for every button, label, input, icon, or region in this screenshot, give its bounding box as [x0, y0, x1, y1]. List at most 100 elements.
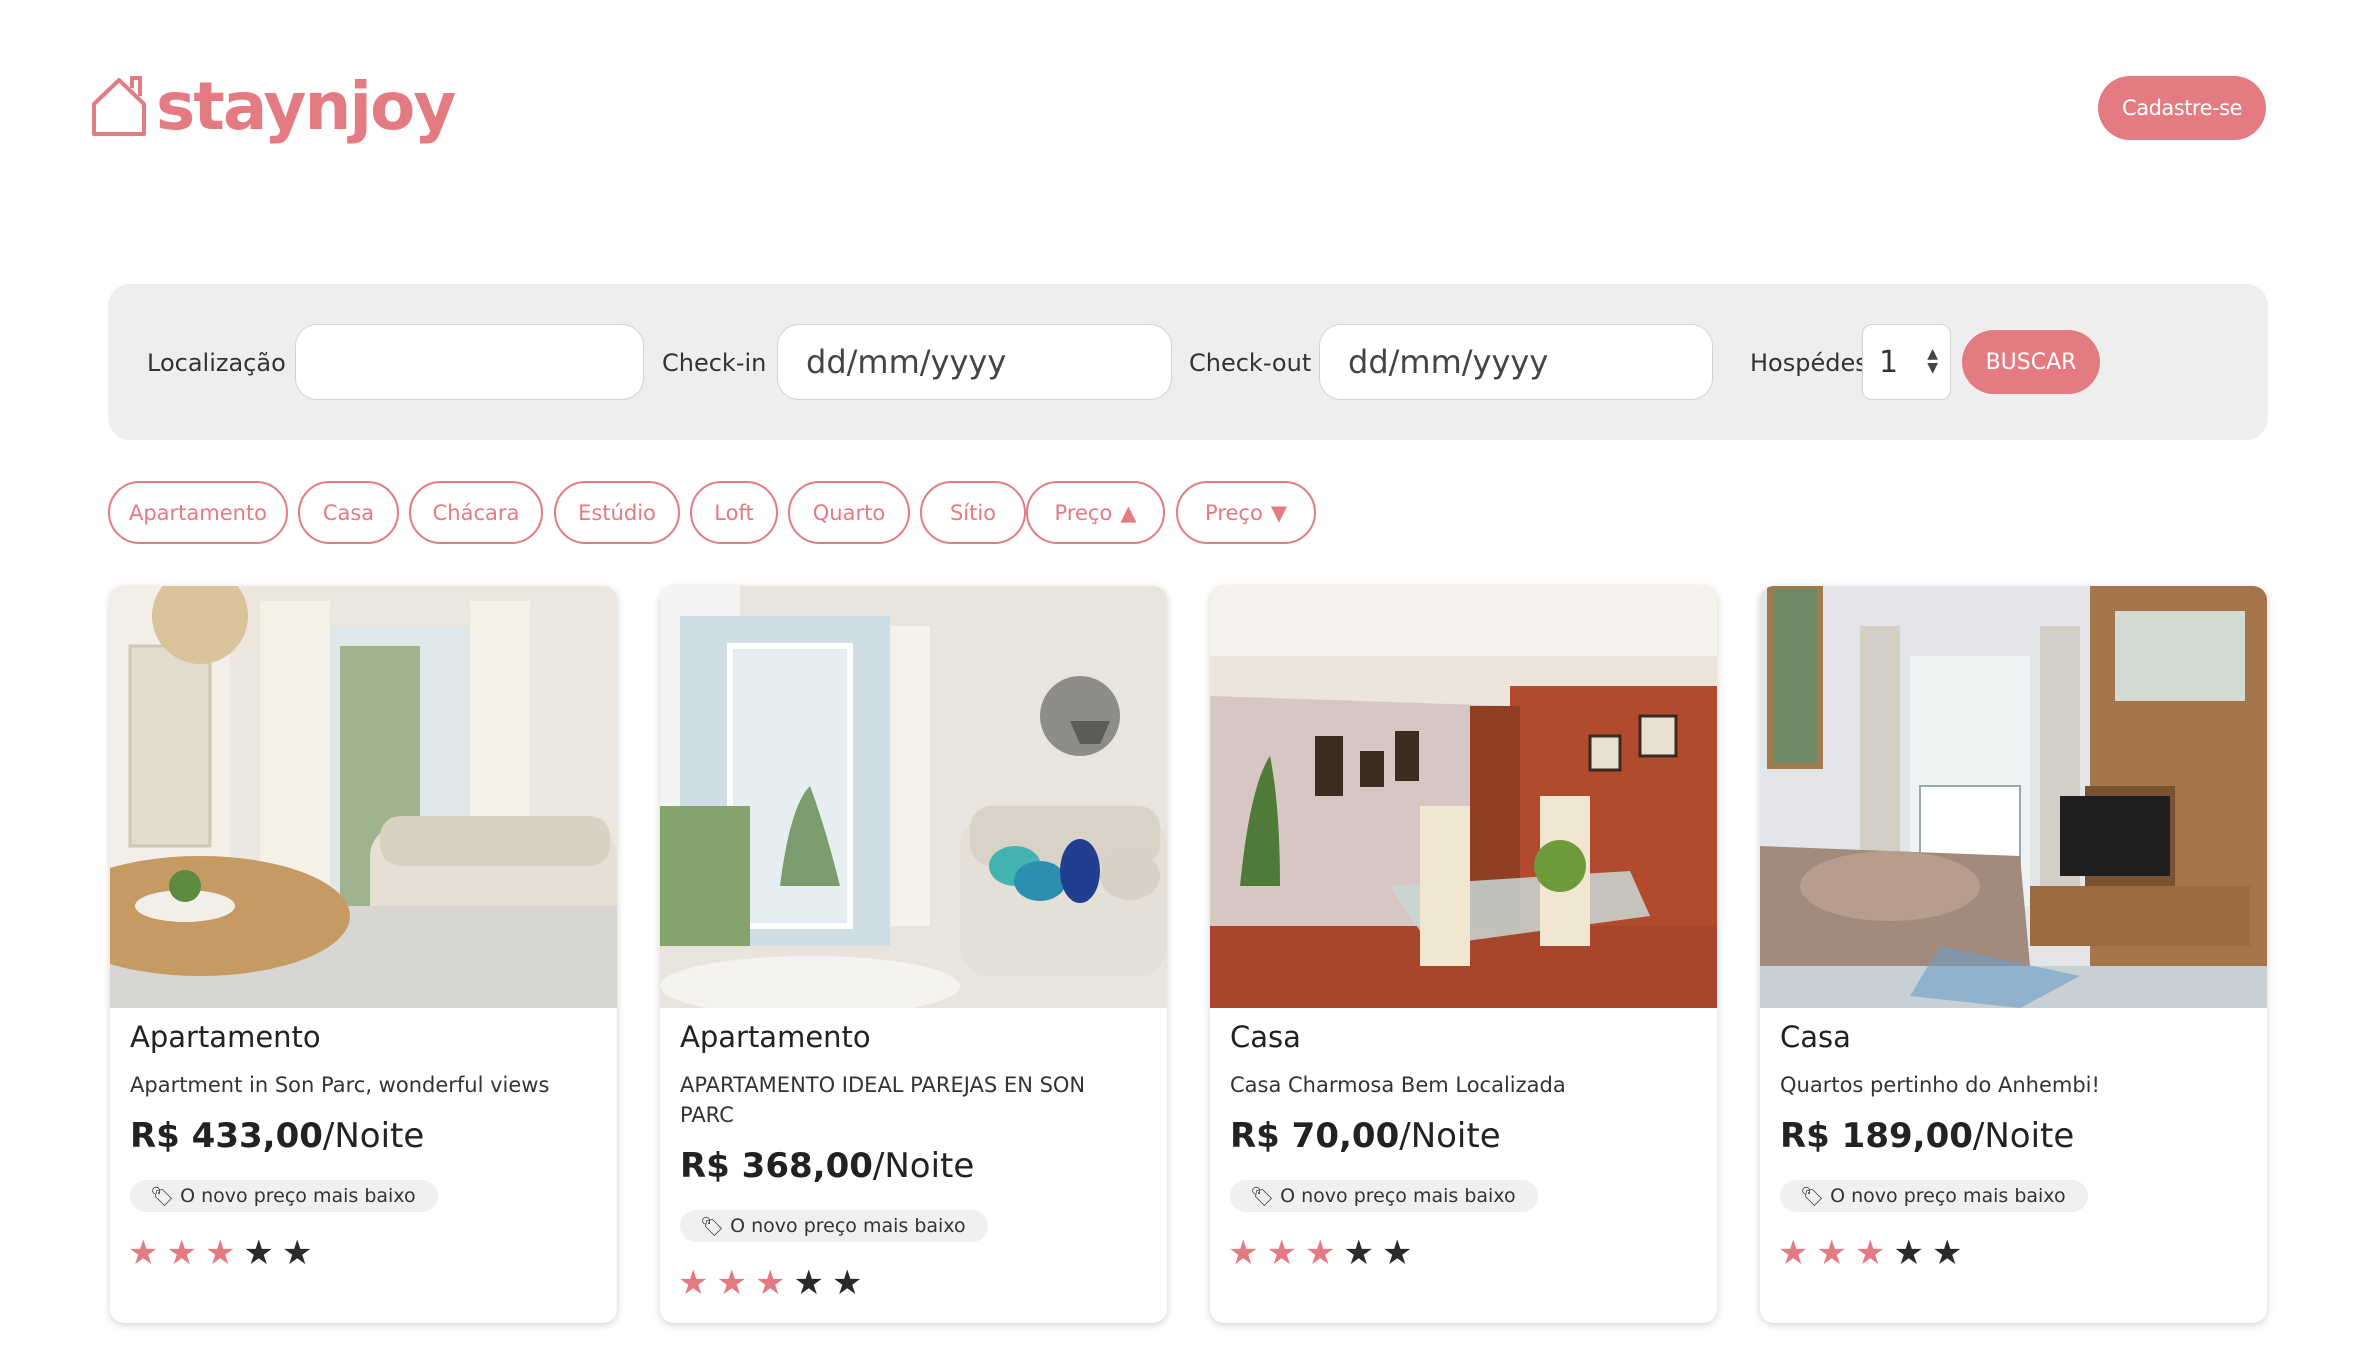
price-unit: /Noite [872, 1146, 975, 1186]
listing-photo[interactable] [1760, 586, 2267, 1008]
filter-loft[interactable]: Loft [690, 481, 778, 544]
logo-text: staynjoy [156, 68, 456, 145]
star-icon: ★ [1816, 1233, 1847, 1273]
filter-label: Quarto [812, 500, 886, 525]
living-room-photo [110, 586, 617, 1008]
filter-quarto[interactable]: Quarto [788, 481, 910, 544]
star-icon: ★ [204, 1233, 236, 1273]
tag-icon: 🏷 [1250, 1185, 1275, 1208]
listing-description: APARTAMENTO IDEAL PAREJAS EN SON PARC [680, 1073, 1086, 1127]
filter-label: Chácara [432, 500, 520, 525]
listing-photo[interactable] [1210, 586, 1717, 1008]
listing-photo[interactable] [110, 586, 617, 1008]
star-icon: ★ [1381, 1233, 1413, 1273]
filter-apartamento[interactable]: Apartamento [108, 481, 288, 544]
lowest-price-badge: 🏷 O novo preço mais baixo [1780, 1180, 2088, 1212]
badge-text: O novo preço mais baixo [180, 1185, 416, 1207]
star-icon: ★ [1893, 1233, 1924, 1273]
location-input[interactable] [295, 324, 644, 400]
star-icon: ★ [166, 1233, 197, 1273]
filter-casa[interactable]: Casa [298, 481, 399, 544]
spinner-arrows-icon[interactable]: ▲ ▼ [1927, 347, 1938, 375]
filter-price-descending[interactable]: Preço ▼ [1176, 481, 1316, 544]
listing-description: Quartos pertinho do Anhembi! [1780, 1073, 2100, 1097]
badge-text: O novo preço mais baixo [1280, 1185, 1516, 1207]
filter-label: Preço [1205, 500, 1263, 525]
rating-stars: ★ ★ ★ ★ ★ [678, 1266, 862, 1300]
search-button[interactable]: BUSCAR [1962, 330, 2100, 394]
listing-type: Apartamento [680, 1020, 871, 1054]
signup-button[interactable]: Cadastre-se [2098, 76, 2266, 140]
rating-stars: ★ ★ ★ ★ ★ [128, 1236, 312, 1270]
page: staynjoy Cadastre-se Localização Check-i… [0, 0, 2367, 1361]
living-room-photo [660, 586, 1167, 1008]
checkin-date-input[interactable]: dd/mm/yyyy [777, 324, 1172, 400]
listing-description: Casa Charmosa Bem Localizada [1230, 1073, 1566, 1097]
filter-estudio[interactable]: Estúdio [554, 481, 680, 544]
lowest-price-badge: 🏷 O novo preço mais baixo [130, 1180, 438, 1212]
tag-icon: 🏷 [700, 1215, 725, 1238]
star-icon: ★ [793, 1263, 824, 1303]
filter-price-ascending[interactable]: Preço ▲ [1026, 481, 1165, 544]
tag-icon: 🏷 [150, 1185, 175, 1208]
price-unit: /Noite [1972, 1116, 2075, 1156]
listing-price: R$ 189,00/Noite [1780, 1116, 2074, 1156]
guests-number-input[interactable]: 1 ▲ ▼ [1862, 324, 1951, 400]
star-icon: ★ [1343, 1233, 1374, 1273]
filter-sitio[interactable]: Sítio [920, 481, 1026, 544]
checkout-date-input[interactable]: dd/mm/yyyy [1319, 324, 1713, 400]
listing-type: Casa [1780, 1020, 1851, 1054]
listing-card[interactable]: Casa Quartos pertinho do Anhembi! R$ 189… [1760, 586, 2267, 1323]
star-icon: ★ [831, 1263, 863, 1303]
logo[interactable]: staynjoy [88, 68, 456, 145]
filter-label: Loft [714, 500, 754, 525]
guests-value: 1 [1879, 344, 1899, 380]
lowest-price-badge: 🏷 O novo preço mais baixo [680, 1210, 988, 1242]
location-label: Localização [147, 349, 286, 377]
triangle-up-icon: ▲ [1120, 500, 1137, 525]
price-value: R$ 189,00 [1780, 1116, 1973, 1156]
checkout-label: Check-out [1189, 349, 1312, 377]
tag-icon: 🏷 [1800, 1185, 1825, 1208]
listing-photo[interactable] [660, 586, 1167, 1008]
filter-label: Estúdio [578, 500, 656, 525]
filter-label: Preço [1054, 500, 1113, 525]
rating-stars: ★ ★ ★ ★ ★ [1778, 1236, 1962, 1270]
listing-type: Apartamento [130, 1020, 321, 1054]
filter-chacara[interactable]: Chácara [409, 481, 543, 544]
star-icon: ★ [678, 1263, 709, 1303]
lowest-price-badge: 🏷 O novo preço mais baixo [1230, 1180, 1538, 1212]
star-icon: ★ [1854, 1233, 1886, 1273]
triangle-down-icon: ▼ [1270, 500, 1287, 525]
rating-stars: ★ ★ ★ ★ ★ [1228, 1236, 1412, 1270]
star-icon: ★ [128, 1233, 159, 1273]
filter-label: Sítio [949, 500, 997, 525]
price-value: R$ 368,00 [680, 1146, 873, 1186]
house-outline-icon [92, 76, 146, 136]
filter-label: Casa [322, 500, 375, 525]
star-icon: ★ [1931, 1233, 1963, 1273]
listing-price: R$ 368,00/Noite [680, 1146, 974, 1186]
listing-price: R$ 70,00/Noite [1230, 1116, 1501, 1156]
dining-room-photo [1210, 586, 1717, 1008]
star-icon: ★ [716, 1263, 747, 1303]
star-icon: ★ [281, 1233, 313, 1273]
price-unit: /Noite [322, 1116, 425, 1156]
guests-label: Hospédes [1750, 349, 1868, 377]
star-icon: ★ [1778, 1233, 1809, 1273]
filter-label: Apartamento [128, 500, 268, 525]
star-icon: ★ [754, 1263, 786, 1303]
listing-card[interactable]: Apartamento APARTAMENTO IDEAL PAREJAS EN… [660, 586, 1167, 1323]
star-icon: ★ [1266, 1233, 1297, 1273]
badge-text: O novo preço mais baixo [730, 1215, 966, 1237]
listing-price: R$ 433,00/Noite [130, 1116, 424, 1156]
listing-type: Casa [1230, 1020, 1301, 1054]
badge-text: O novo preço mais baixo [1830, 1185, 2066, 1207]
price-value: R$ 70,00 [1230, 1116, 1400, 1156]
listing-description: Apartment in Son Parc, wonderful views [130, 1073, 550, 1097]
star-icon: ★ [1304, 1233, 1336, 1273]
listing-card[interactable]: Casa Casa Charmosa Bem Localizada R$ 70,… [1210, 586, 1717, 1323]
price-value: R$ 433,00 [130, 1116, 323, 1156]
listing-card[interactable]: Apartamento Apartment in Son Parc, wonde… [110, 586, 617, 1323]
star-icon: ★ [243, 1233, 274, 1273]
